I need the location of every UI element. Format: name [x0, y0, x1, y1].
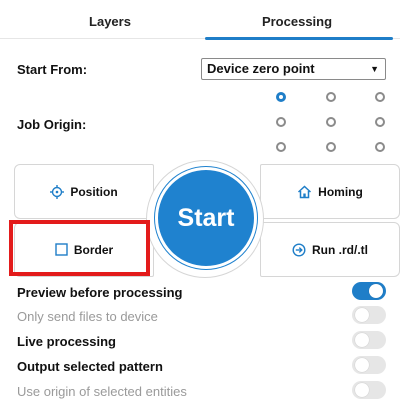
- toggle-knob: [355, 358, 369, 372]
- tab-layers[interactable]: Layers: [60, 14, 160, 29]
- tab-processing[interactable]: Processing: [232, 14, 362, 29]
- run-file-button[interactable]: Run .rd/.tl: [260, 222, 400, 277]
- homing-button[interactable]: Homing: [260, 164, 400, 219]
- live-processing-label: Live processing: [17, 334, 116, 349]
- origin-top-center-radio[interactable]: [326, 92, 336, 102]
- origin-bottom-left-radio[interactable]: [276, 142, 286, 152]
- preview-before-processing-toggle[interactable]: [352, 282, 386, 300]
- toggle-knob: [355, 383, 369, 397]
- origin-top-left-radio[interactable]: [276, 92, 286, 102]
- origin-bottom-center-radio[interactable]: [326, 142, 336, 152]
- run-file-label: Run .rd/.tl: [312, 242, 368, 257]
- start-from-label: Start From:: [17, 62, 88, 77]
- crosshair-icon: [50, 184, 65, 199]
- homing-label: Homing: [318, 184, 363, 199]
- origin-center-radio[interactable]: [326, 117, 336, 127]
- toggle-knob: [355, 333, 369, 347]
- processing-panel: Layers Processing Start From: Device zer…: [0, 0, 400, 400]
- toggle-knob: [369, 284, 383, 298]
- use-origin-selected-label: Use origin of selected entities: [17, 384, 187, 399]
- position-button[interactable]: Position: [14, 164, 154, 219]
- live-processing-toggle[interactable]: [352, 331, 386, 349]
- output-selected-pattern-toggle[interactable]: [352, 356, 386, 374]
- active-tab-indicator: [205, 37, 393, 40]
- only-send-files-toggle[interactable]: [352, 306, 386, 324]
- start-from-select[interactable]: Device zero point ▼: [201, 58, 386, 80]
- origin-middle-right-radio[interactable]: [375, 117, 385, 127]
- only-send-files-label: Only send files to device: [17, 309, 158, 324]
- border-highlight-box: [9, 220, 150, 276]
- preview-before-processing-label: Preview before processing: [17, 285, 183, 300]
- job-origin-label: Job Origin:: [17, 117, 87, 132]
- home-icon: [298, 184, 312, 198]
- output-selected-pattern-label: Output selected pattern: [17, 359, 163, 374]
- chevron-down-icon: ▼: [370, 64, 379, 74]
- position-label: Position: [70, 184, 118, 199]
- start-from-value: Device zero point: [207, 61, 315, 76]
- toggle-knob: [355, 308, 369, 322]
- run-circle-arrow-icon: [292, 242, 306, 257]
- use-origin-selected-toggle[interactable]: [352, 381, 386, 399]
- origin-top-right-radio[interactable]: [375, 92, 385, 102]
- origin-middle-left-radio[interactable]: [276, 117, 286, 127]
- start-button[interactable]: Start: [155, 167, 257, 269]
- origin-bottom-right-radio[interactable]: [375, 142, 385, 152]
